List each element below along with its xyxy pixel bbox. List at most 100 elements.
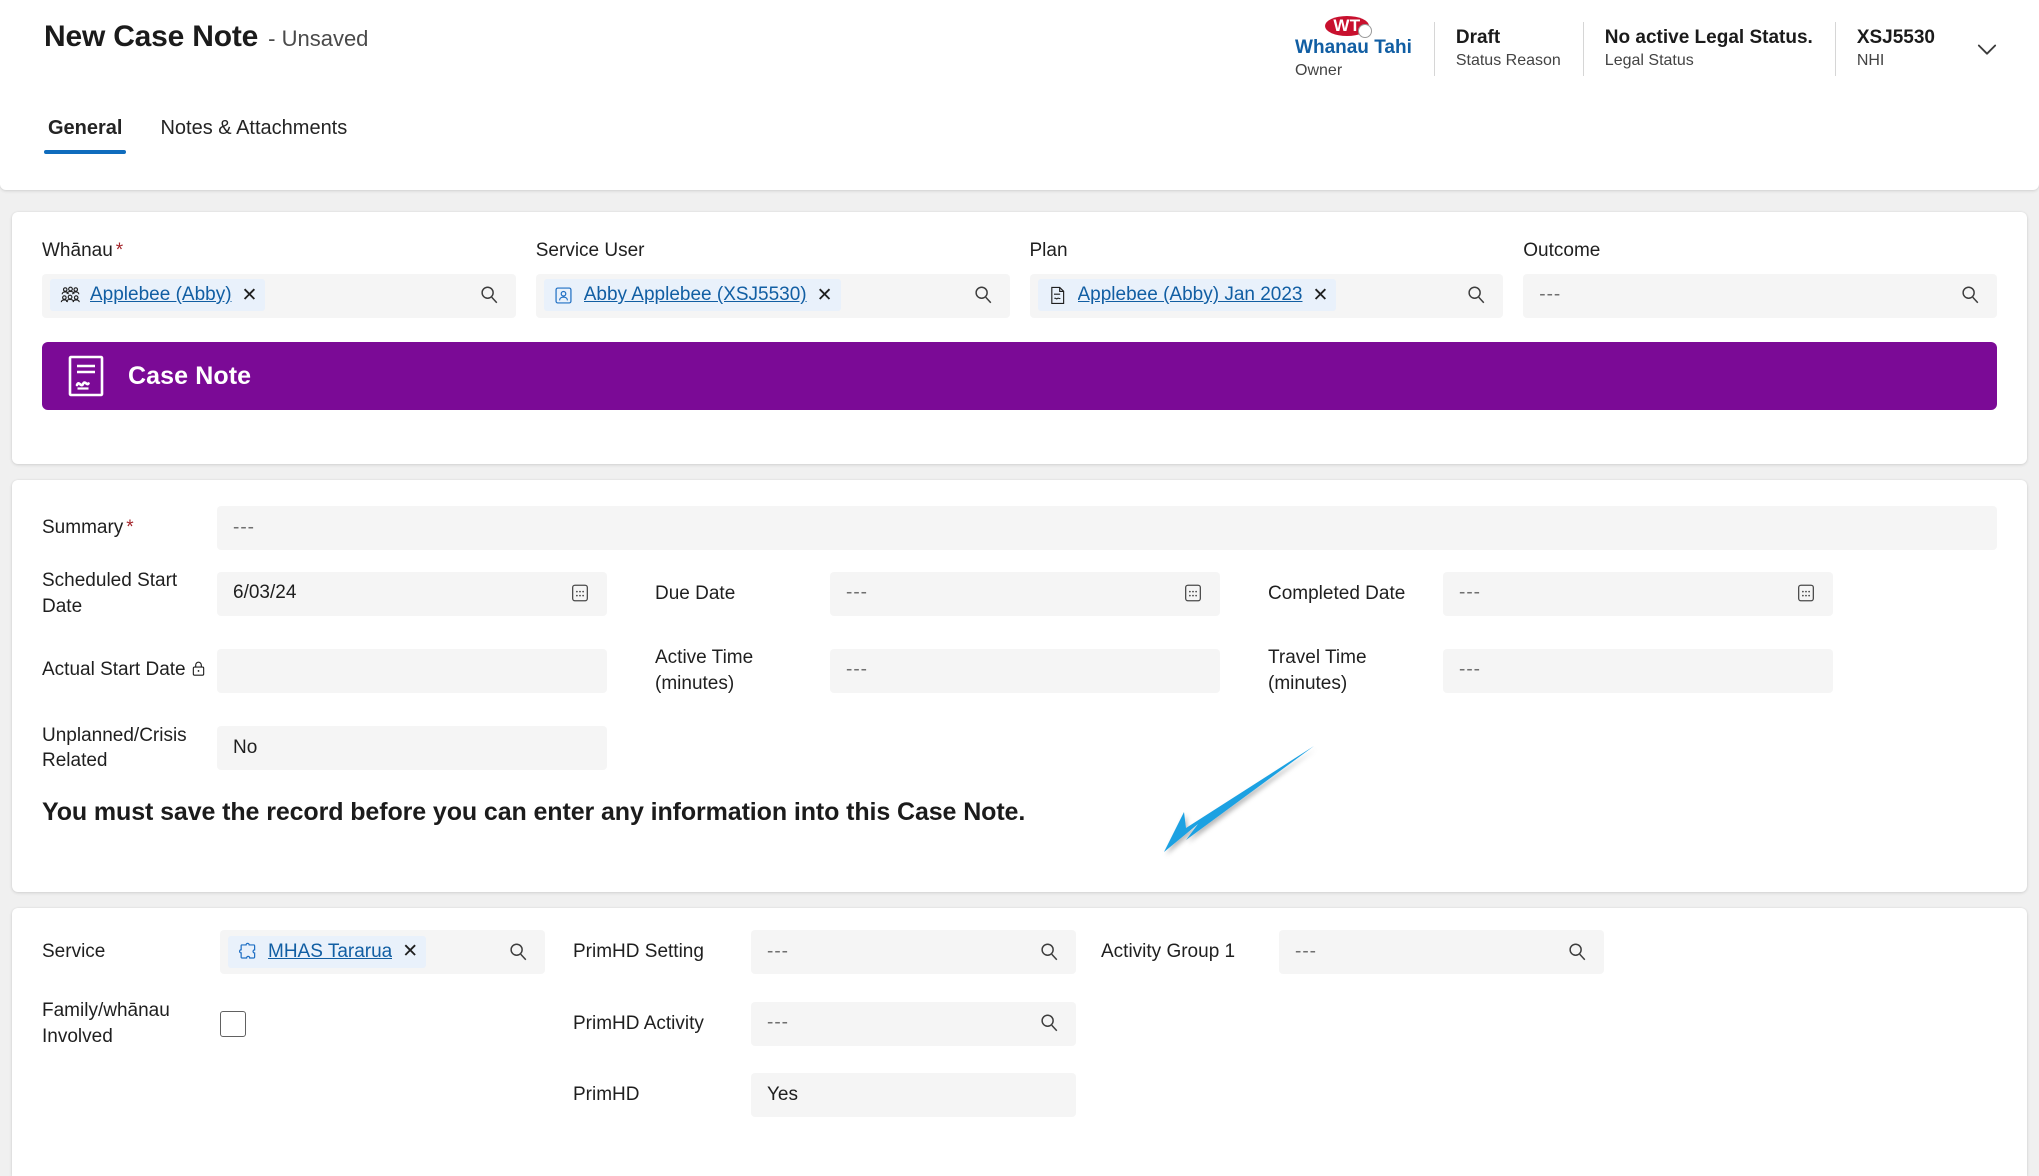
field-actual-start-date-label: Actual Start Date	[42, 657, 217, 685]
remove-whanau-icon[interactable]: ✕	[242, 286, 258, 305]
calendar-icon[interactable]	[567, 580, 593, 606]
remove-service-icon[interactable]: ✕	[402, 942, 418, 961]
people-group-icon	[59, 284, 81, 306]
presence-indicator-icon	[1357, 23, 1372, 38]
field-summary: Summary * ---	[42, 506, 1997, 550]
field-primhd-activity-label: PrimHD Activity	[573, 1012, 704, 1034]
page-title-text: New Case Note	[44, 20, 259, 53]
field-travel-time-label: Travel Time (minutes)	[1268, 647, 1367, 694]
field-primhd-setting-value: ---	[767, 940, 789, 962]
status-reason-label: Status Reason	[1455, 52, 1561, 70]
nhi-value: XSJ5530	[1856, 26, 1935, 48]
owner-cell[interactable]: WT Whanau Tahi Owner	[1273, 15, 1434, 80]
field-primhd-value: Yes	[767, 1083, 798, 1105]
case-note-banner: Case Note	[42, 342, 1997, 410]
tab-notes-attachments[interactable]: Notes & Attachments	[156, 117, 351, 154]
detail-field-grid: Scheduled Start Date 6/03/24 Due Date --…	[42, 568, 1997, 774]
plan-token[interactable]: Applebee (Abby) Jan 2023 ✕	[1037, 279, 1337, 312]
required-indicator: *	[126, 517, 134, 539]
case-note-detail-section: Summary * --- Scheduled Start Date 6/03/2…	[12, 480, 2027, 892]
tab-general[interactable]: General	[44, 117, 127, 154]
chevron-down-icon[interactable]	[1965, 18, 2009, 80]
field-plan-input[interactable]: Applebee (Abby) Jan 2023 ✕	[1029, 273, 1504, 318]
service-field-grid: Service MHAS Tararua ✕ PrimHD Setting --…	[42, 930, 1997, 1118]
field-unplanned-crisis-label: Unplanned/Crisis Related	[42, 724, 187, 772]
form-tabs: General Notes & Attachments	[44, 117, 381, 154]
header-lookup-section: Whānau * Applebee (Abby) ✕ Service User …	[12, 212, 2027, 464]
field-actual-start-date-input	[217, 648, 607, 693]
status-reason-cell[interactable]: Draft Status Reason	[1433, 18, 1583, 80]
nhi-label: NHI	[1856, 52, 1885, 70]
family-whanau-involved-checkbox[interactable]	[220, 1010, 246, 1037]
calendar-icon[interactable]	[1180, 580, 1206, 606]
field-active-time-input[interactable]: ---	[830, 648, 1220, 693]
remove-service-user-icon[interactable]: ✕	[817, 286, 833, 305]
field-service-label: Service	[42, 941, 106, 963]
avatar-initials: WT	[1333, 15, 1361, 35]
field-completed-date-label: Completed Date	[1268, 582, 1406, 604]
nhi-cell[interactable]: XSJ5530 NHI	[1834, 18, 1957, 80]
search-icon[interactable]	[970, 282, 996, 308]
field-due-date-input[interactable]: ---	[830, 571, 1220, 616]
field-completed-date-value: ---	[1459, 582, 1481, 604]
page-title: New Case Note - Unsaved	[44, 20, 368, 54]
contact-card-icon	[553, 284, 575, 306]
service-user-token-text: Abby Applebee (XSJ5530)	[583, 284, 807, 306]
whanau-token[interactable]: Applebee (Abby) ✕	[50, 279, 266, 312]
remove-plan-icon[interactable]: ✕	[1313, 286, 1329, 305]
field-scheduled-start-date-input[interactable]: 6/03/24	[217, 571, 607, 616]
field-outcome-input[interactable]: ---	[1523, 273, 1997, 318]
field-outcome: Outcome ---	[1523, 238, 1997, 318]
field-primhd-activity-value: ---	[767, 1012, 789, 1034]
search-icon[interactable]	[1036, 1010, 1062, 1036]
field-activity-group-1-label: Activity Group 1	[1101, 941, 1236, 963]
field-family-whanau-involved-checkbox-wrap	[220, 1010, 545, 1037]
legal-status-label: Legal Status	[1604, 52, 1694, 70]
service-token[interactable]: MHAS Tararua ✕	[228, 935, 427, 968]
field-due-date-value: ---	[846, 582, 868, 604]
search-icon[interactable]	[1463, 282, 1489, 308]
legal-status-cell[interactable]: No active Legal Status. Legal Status	[1582, 18, 1835, 80]
search-icon[interactable]	[476, 282, 502, 308]
field-unplanned-crisis-input[interactable]: No	[217, 726, 607, 771]
field-due-date-label: Due Date	[655, 582, 736, 604]
service-token-text: MHAS Tararua	[268, 940, 393, 962]
owner-role-label: Owner	[1295, 62, 1343, 80]
save-required-warning: You must save the record before you can …	[42, 798, 1026, 826]
service-section: Service MHAS Tararua ✕ PrimHD Setting --…	[12, 908, 2027, 1176]
field-summary-input[interactable]: ---	[217, 506, 1997, 550]
page-title-unsaved-state: - Unsaved	[268, 26, 369, 51]
puzzle-piece-icon	[237, 941, 259, 963]
field-whanau-input[interactable]: Applebee (Abby) ✕	[42, 273, 516, 318]
field-unplanned-crisis-value: No	[233, 736, 258, 758]
field-primhd-input[interactable]: Yes	[751, 1073, 1076, 1118]
field-summary-label: Summary *	[42, 515, 217, 541]
tab-notes-attachments-label: Notes & Attachments	[160, 117, 348, 139]
field-primhd-setting-label: PrimHD Setting	[573, 941, 704, 963]
avatar: WT	[1324, 15, 1372, 38]
search-icon[interactable]	[1957, 282, 1983, 308]
field-plan-label: Plan	[1029, 240, 1068, 261]
field-activity-group-1-input[interactable]: ---	[1279, 930, 1604, 974]
field-family-whanau-involved-label: Family/whānau Involved	[42, 1000, 170, 1047]
field-whanau-label: Whānau *	[42, 238, 516, 264]
search-icon[interactable]	[1036, 939, 1062, 965]
field-activity-group-1-value: ---	[1295, 940, 1317, 962]
plan-token-text: Applebee (Abby) Jan 2023	[1077, 284, 1303, 306]
form-header: New Case Note - Unsaved General Notes & …	[0, 0, 2039, 190]
field-primhd-setting-input[interactable]: ---	[751, 930, 1076, 974]
field-completed-date-input[interactable]: ---	[1443, 571, 1833, 616]
search-icon[interactable]	[505, 939, 531, 965]
header-status-strip: WT Whanau Tahi Owner Draft Status Reason…	[1273, 15, 2009, 80]
field-primhd-activity-input[interactable]: ---	[751, 1001, 1076, 1046]
field-outcome-label: Outcome	[1523, 240, 1601, 261]
field-service-user-input[interactable]: Abby Applebee (XSJ5530) ✕	[535, 273, 1010, 318]
field-travel-time-input[interactable]: ---	[1443, 648, 1833, 693]
field-service-input[interactable]: MHAS Tararua ✕	[220, 930, 545, 974]
search-icon[interactable]	[1564, 939, 1590, 965]
owner-name[interactable]: Whanau Tahi	[1295, 36, 1412, 60]
service-user-token[interactable]: Abby Applebee (XSJ5530) ✕	[543, 279, 841, 312]
calendar-icon[interactable]	[1793, 580, 1819, 606]
field-service-user-label: Service User	[535, 240, 645, 261]
required-indicator: *	[115, 240, 124, 261]
